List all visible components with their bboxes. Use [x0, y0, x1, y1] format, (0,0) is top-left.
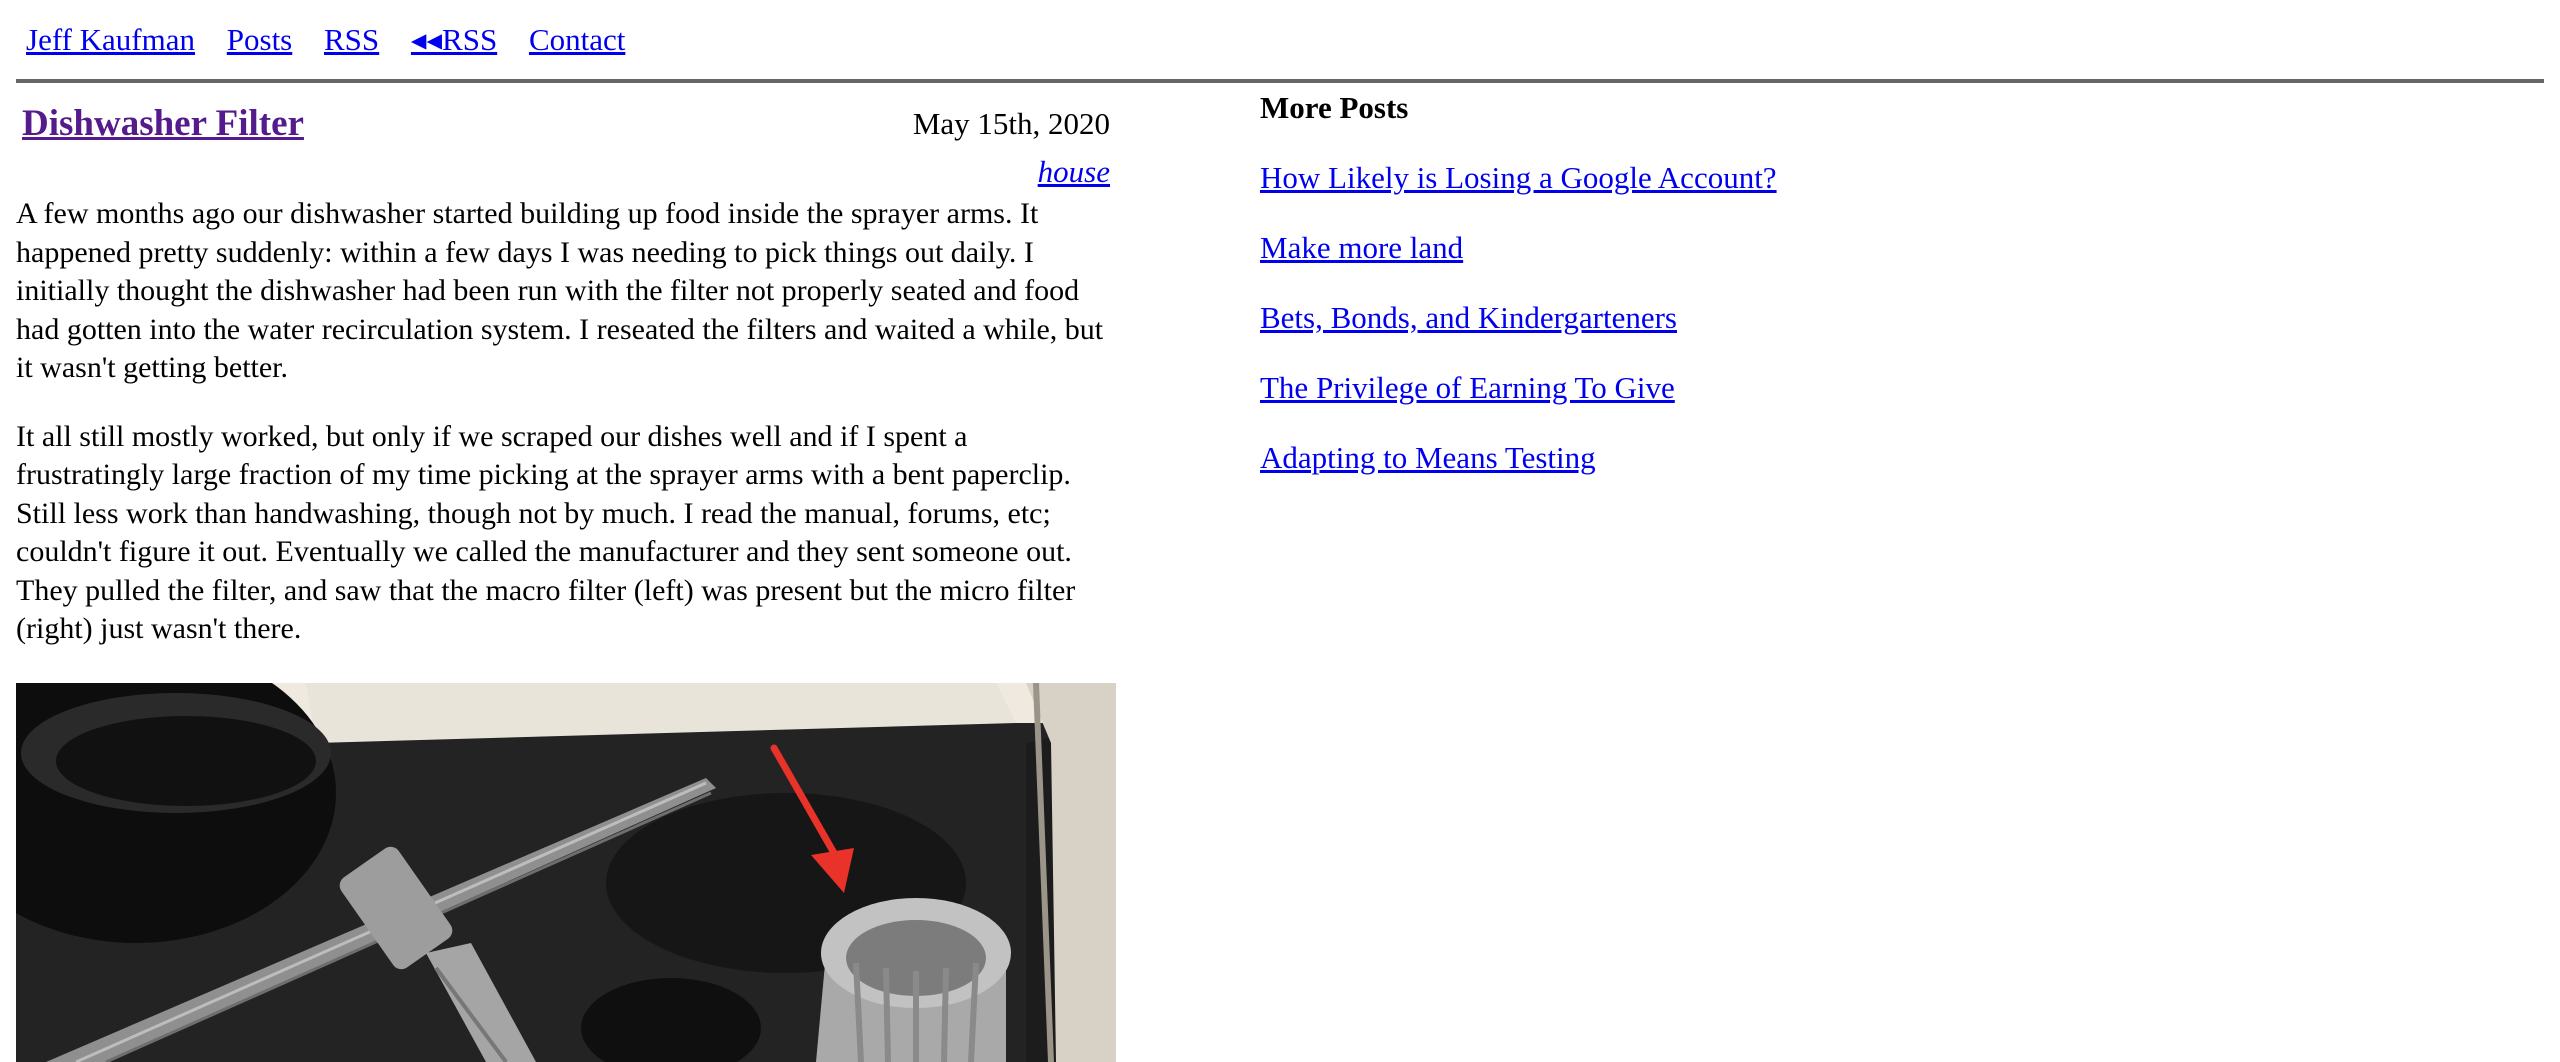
nav-rss-link[interactable]: RSS	[324, 22, 379, 57]
post-title[interactable]: Dishwasher Filter	[22, 100, 304, 148]
more-posts-list: How Likely is Losing a Google Account? M…	[1260, 156, 1777, 480]
dishwasher-filter-photo	[16, 683, 1116, 1062]
more-post-link[interactable]: Adapting to Means Testing	[1260, 436, 1777, 480]
more-post-link[interactable]: The Privilege of Earning To Give	[1260, 366, 1777, 410]
more-posts-heading: More Posts	[1260, 90, 1409, 125]
more-posts-sidebar: More Posts How Likely is Losing a Google…	[1260, 86, 1777, 506]
header-divider	[16, 79, 2544, 83]
more-post-link[interactable]: Bets, Bonds, and Kindergarteners	[1260, 296, 1777, 340]
nav-contact-link[interactable]: Contact	[529, 22, 625, 57]
more-post-link[interactable]: How Likely is Losing a Google Account?	[1260, 156, 1777, 200]
nav-posts-link[interactable]: Posts	[227, 22, 292, 57]
nav-reverse-rss-link[interactable]: ◂◂RSS	[411, 22, 497, 57]
post-paragraph: A few months ago our dishwasher started …	[16, 197, 1104, 384]
top-nav: Jeff Kaufman Posts RSS ◂◂RSS Contact	[26, 18, 649, 62]
post-paragraph: It all still mostly worked, but only if …	[16, 419, 1076, 646]
post-body: A few months ago our dishwasher started …	[16, 195, 1116, 679]
more-post-link[interactable]: Make more land	[1260, 226, 1777, 270]
post-tag-link[interactable]: house	[1038, 150, 1110, 194]
post-date: May 15th, 2020	[912, 106, 1110, 141]
nav-home-link[interactable]: Jeff Kaufman	[26, 22, 195, 57]
